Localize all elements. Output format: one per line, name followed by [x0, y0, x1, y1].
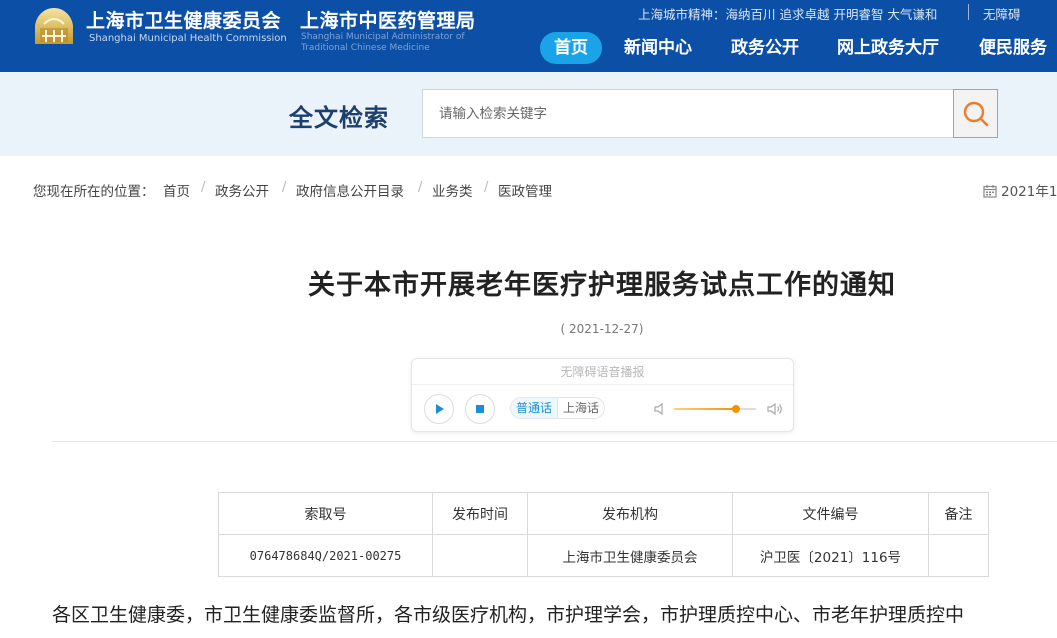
accessibility-link[interactable]: 无障碍	[983, 4, 1021, 23]
search-title: 全文检索	[289, 104, 389, 132]
document-no-cell: 沪卫医〔2021〕116号	[732, 534, 929, 577]
table-header-row: 索取号 发布时间 发布机构 文件编号 备注	[218, 492, 989, 535]
voice-broadcast-player: 无障碍语音播报 普通话 上海话	[411, 358, 794, 432]
calendar-icon	[983, 185, 997, 198]
volume-high-icon[interactable]	[766, 402, 784, 416]
nav-home[interactable]: 首页	[540, 32, 602, 64]
voice-broadcast-label: 无障碍语音播报	[412, 359, 793, 385]
breadcrumb-separator: /	[201, 180, 206, 195]
breadcrumb-separator: /	[484, 180, 489, 195]
column-header-publisher: 发布机构	[527, 492, 733, 535]
index-no-cell: 076478684Q/2021-00275	[218, 534, 433, 577]
breadcrumb-item-info-catalog[interactable]: 政府信息公开目录	[296, 180, 404, 200]
volume-slider-handle[interactable]	[732, 405, 741, 413]
column-header-document-no: 文件编号	[732, 492, 929, 535]
search-button[interactable]	[953, 89, 998, 138]
lang-shanghainese-button[interactable]: 上海话	[557, 398, 604, 418]
search-icon	[963, 101, 988, 126]
tcm-org-name-en: Shanghai Municipal Administrator of Trad…	[301, 32, 465, 53]
article-date: ( 2021-12-27)	[560, 322, 644, 336]
site-header: 上海市卫生健康委员会 Shanghai Municipal Health Com…	[0, 0, 1057, 72]
nav-news[interactable]: 新闻中心	[624, 32, 692, 64]
search-input[interactable]	[422, 89, 954, 138]
org-name-en: Shanghai Municipal Health Commission	[89, 33, 287, 44]
emblem-logo[interactable]	[30, 6, 78, 48]
document-meta-table: 索取号 发布时间 发布机构 文件编号 备注 076478684Q/2021-00…	[218, 492, 989, 577]
volume-slider[interactable]	[674, 405, 756, 413]
lang-mandarin-button[interactable]: 普通话	[511, 398, 558, 418]
city-spirit-text: 上海城市精神：海纳百川 追求卓越 开明睿智 大气谦和	[638, 7, 938, 22]
article-title: 关于本市开展老年医疗护理服务试点工作的通知	[308, 270, 896, 301]
header-divider	[968, 4, 969, 20]
breadcrumb-prefix: 您现在所在的位置：	[33, 184, 155, 200]
current-date-text: 2021年1	[1001, 184, 1057, 200]
breadcrumb-item-business[interactable]: 业务类	[432, 180, 473, 200]
stop-button[interactable]	[465, 394, 495, 424]
nav-public-services[interactable]: 便民服务	[979, 32, 1047, 64]
publisher-cell: 上海市卫生健康委员会	[527, 534, 733, 577]
language-toggle: 普通话 上海话	[510, 397, 606, 419]
volume-low-icon[interactable]	[653, 402, 667, 416]
tcm-org-name-cn[interactable]: 上海市中医药管理局	[300, 6, 476, 33]
breadcrumb-item-home[interactable]: 首页	[163, 180, 190, 200]
column-header-publish-time: 发布时间	[432, 492, 528, 535]
publish-time-cell	[432, 534, 528, 577]
breadcrumb-item-medical-admin[interactable]: 医政管理	[498, 180, 552, 200]
content-divider	[52, 441, 1057, 442]
current-date: 2021年1	[983, 180, 1057, 200]
breadcrumb-separator: /	[282, 180, 287, 195]
breadcrumb-item-government-affairs[interactable]: 政务公开	[215, 180, 269, 200]
stop-icon	[476, 405, 484, 413]
nav-online-services-hall[interactable]: 网上政务大厅	[837, 32, 939, 64]
article-body-first-line: 各区卫生健康委，市卫生健康委监督所，各市级医疗机构，市护理学会，市护理质控中心、…	[52, 604, 965, 626]
play-button[interactable]	[424, 394, 454, 424]
column-header-index-no: 索取号	[218, 492, 433, 535]
table-row: 076478684Q/2021-00275 上海市卫生健康委员会 沪卫医〔202…	[218, 534, 989, 577]
column-header-remarks: 备注	[928, 492, 989, 535]
org-name-cn[interactable]: 上海市卫生健康委员会	[86, 6, 281, 33]
breadcrumb-separator: /	[418, 180, 423, 195]
play-icon	[436, 404, 444, 414]
nav-government-affairs[interactable]: 政务公开	[731, 32, 799, 64]
volume-slider-fill	[674, 408, 737, 410]
remarks-cell	[928, 534, 989, 577]
